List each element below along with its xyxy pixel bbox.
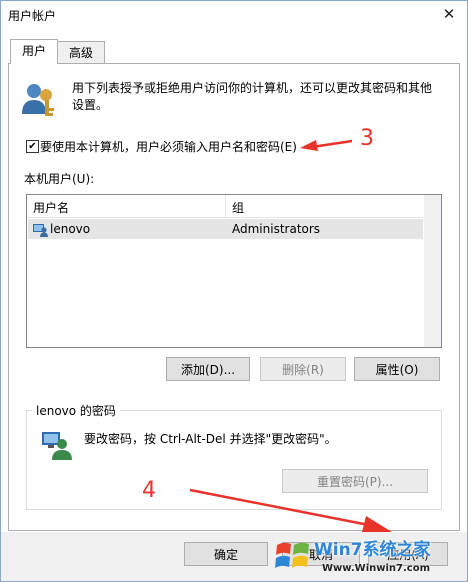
annotation-step-4: 4 <box>142 478 156 503</box>
remove-button[interactable]: 删除(R) <box>260 357 346 381</box>
column-separator[interactable] <box>225 195 226 217</box>
tab-users[interactable]: 用户 <box>10 39 58 64</box>
table-row[interactable]: lenovo Administrators <box>28 219 423 239</box>
intro-text: 用下列表授予或拒绝用户访问你的计算机，还可以更改其密码和其他设置。 <box>72 81 433 112</box>
properties-button[interactable]: 属性(O) <box>354 357 440 381</box>
annotation-arrow-4 <box>189 488 392 532</box>
watermark: Win7系统之家 Www.Winwin7.com <box>274 532 468 582</box>
watermark-url: Www.Winwin7.com <box>322 563 431 574</box>
password-group-title: lenovo 的密码 <box>32 402 120 419</box>
watermark-brand: Win7系统之家 <box>314 540 431 560</box>
local-users-label: 本机用户(U): <box>24 172 95 186</box>
add-button[interactable]: 添加(D)... <box>166 357 250 381</box>
window-title: 用户帐户 <box>8 9 57 23</box>
windows-logo-icon <box>275 542 309 568</box>
users-keys-icon <box>22 84 54 116</box>
title-bar: 用户帐户 ✕ <box>0 0 468 30</box>
annotation-arrow-3 <box>300 139 353 151</box>
require-login-label[interactable]: 要使用本计算机，用户必须输入用户名和密码(E) <box>40 138 297 155</box>
annotation-step-3: 3 <box>360 126 374 151</box>
change-password-icon <box>42 432 72 460</box>
column-header-username[interactable]: 用户名 <box>33 199 69 216</box>
user-group-cell: Administrators <box>232 222 321 236</box>
user-name-cell: lenovo <box>50 222 91 236</box>
listview-scrollbar[interactable] <box>424 195 441 347</box>
column-header-group[interactable]: 组 <box>232 199 244 216</box>
close-icon: ✕ <box>442 5 456 23</box>
users-listview[interactable]: 用户名 组 lenovo Administrators <box>26 194 442 348</box>
ok-button[interactable]: 确定 <box>184 542 268 566</box>
user-icon <box>33 224 48 237</box>
require-login-checkbox[interactable]: ✔ <box>26 140 39 153</box>
change-password-hint: 要改密码，按 Ctrl-Alt-Del 并选择"更改密码"。 <box>84 432 337 446</box>
tab-advanced[interactable]: 高级 <box>57 41 105 64</box>
close-button[interactable]: ✕ <box>430 0 468 28</box>
listview-header: 用户名 组 <box>27 195 423 218</box>
